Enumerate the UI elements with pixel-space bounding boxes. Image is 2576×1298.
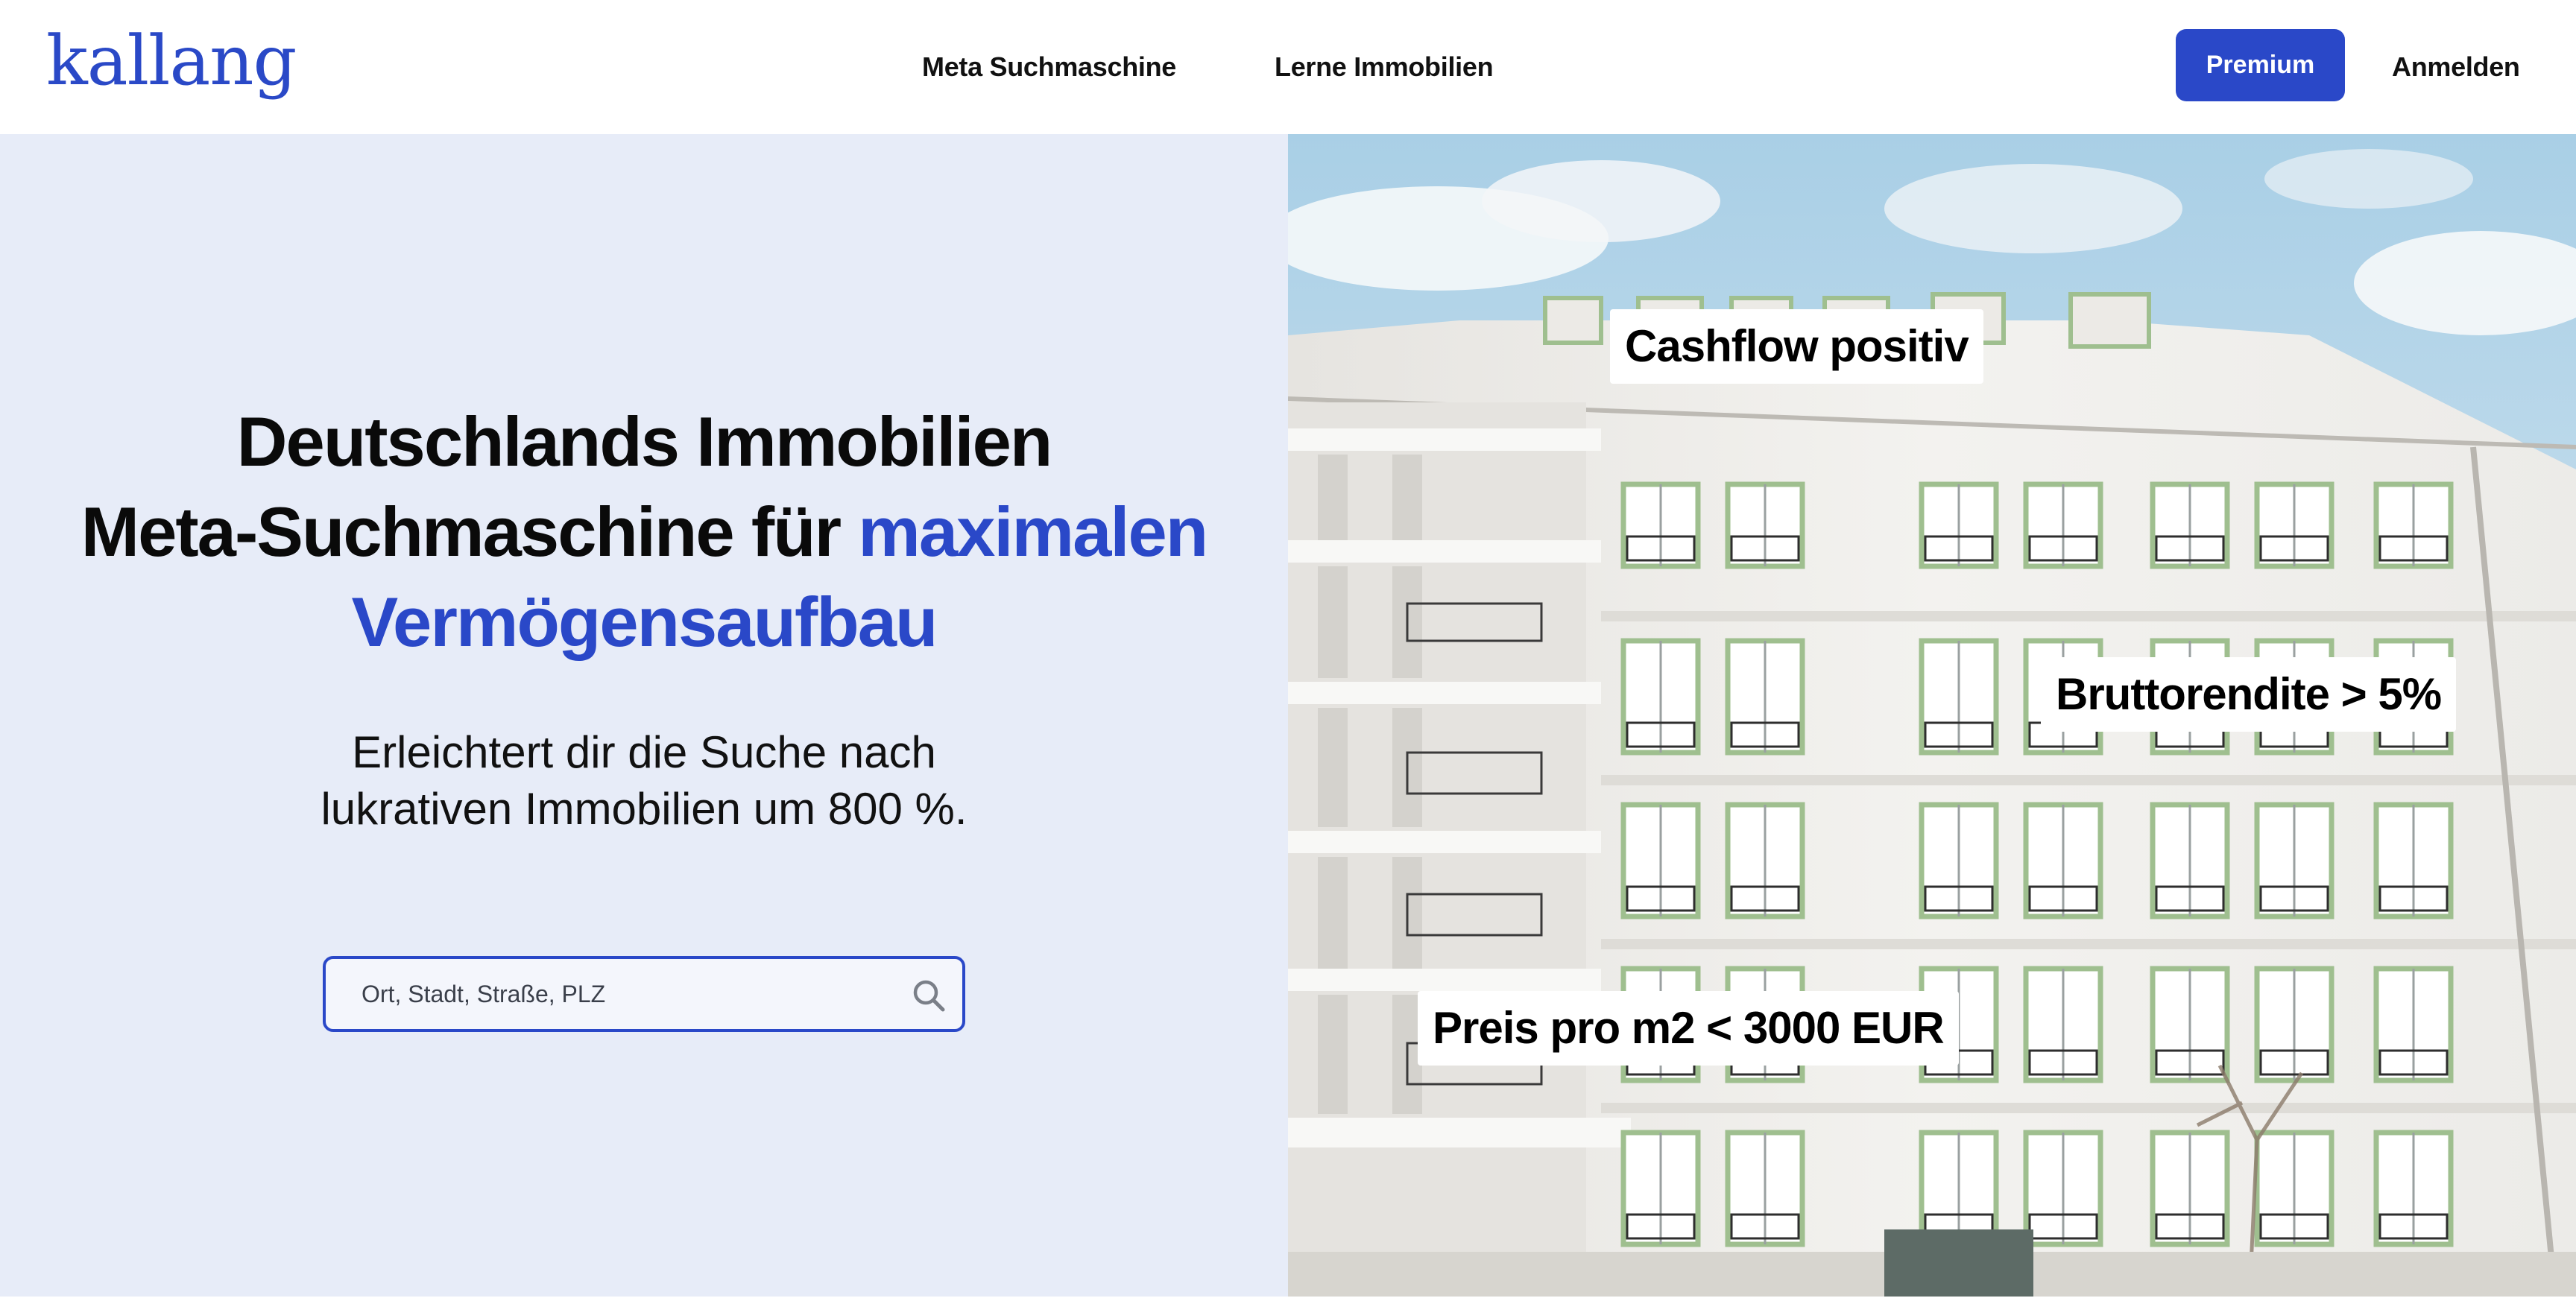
nav-lerne-immobilien[interactable]: Lerne Immobilien xyxy=(1275,46,1494,88)
headline-accent-1: maximalen xyxy=(858,493,1208,571)
subline-line-1: Erleichtert dir die Suche nach xyxy=(352,727,936,777)
headline-line-1: Deutschlands Immobilien xyxy=(236,402,1053,481)
tag-cashflow: Cashflow positiv xyxy=(1610,309,1983,384)
subline-line-2: lukrativen Immobilien um 800 %. xyxy=(321,784,967,834)
hero-section: Deutschlands Immobilien Meta-Suchmaschin… xyxy=(0,134,1288,1298)
search-input[interactable] xyxy=(362,959,883,1029)
tag-bruttorendite: Bruttorendite > 5% xyxy=(2041,657,2457,732)
hero-headline: Deutschlands Immobilien Meta-Suchmaschin… xyxy=(30,396,1258,667)
site-header: kallang Meta Suchmaschine Lerne Immobili… xyxy=(0,0,2576,134)
premium-button[interactable]: Premium xyxy=(2176,29,2345,101)
nav-meta-suchmaschine[interactable]: Meta Suchmaschine xyxy=(922,46,1176,88)
search-icon[interactable] xyxy=(912,978,946,1013)
hero-subline: Erleichtert dir die Suche nach lukrative… xyxy=(160,724,1128,838)
kallang-logo[interactable]: kallang xyxy=(46,16,297,106)
headline-accent-2: Vermögensaufbau xyxy=(351,583,938,661)
hero-image: Cashflow positiv Bruttorendite > 5% Prei… xyxy=(1288,134,2576,1297)
headline-line-2: Meta-Suchmaschine für xyxy=(80,493,842,571)
login-link[interactable]: Anmelden xyxy=(2392,46,2520,88)
search-box xyxy=(323,956,965,1032)
tag-preis-pro-m2: Preis pro m2 < 3000 EUR xyxy=(1418,991,1959,1066)
